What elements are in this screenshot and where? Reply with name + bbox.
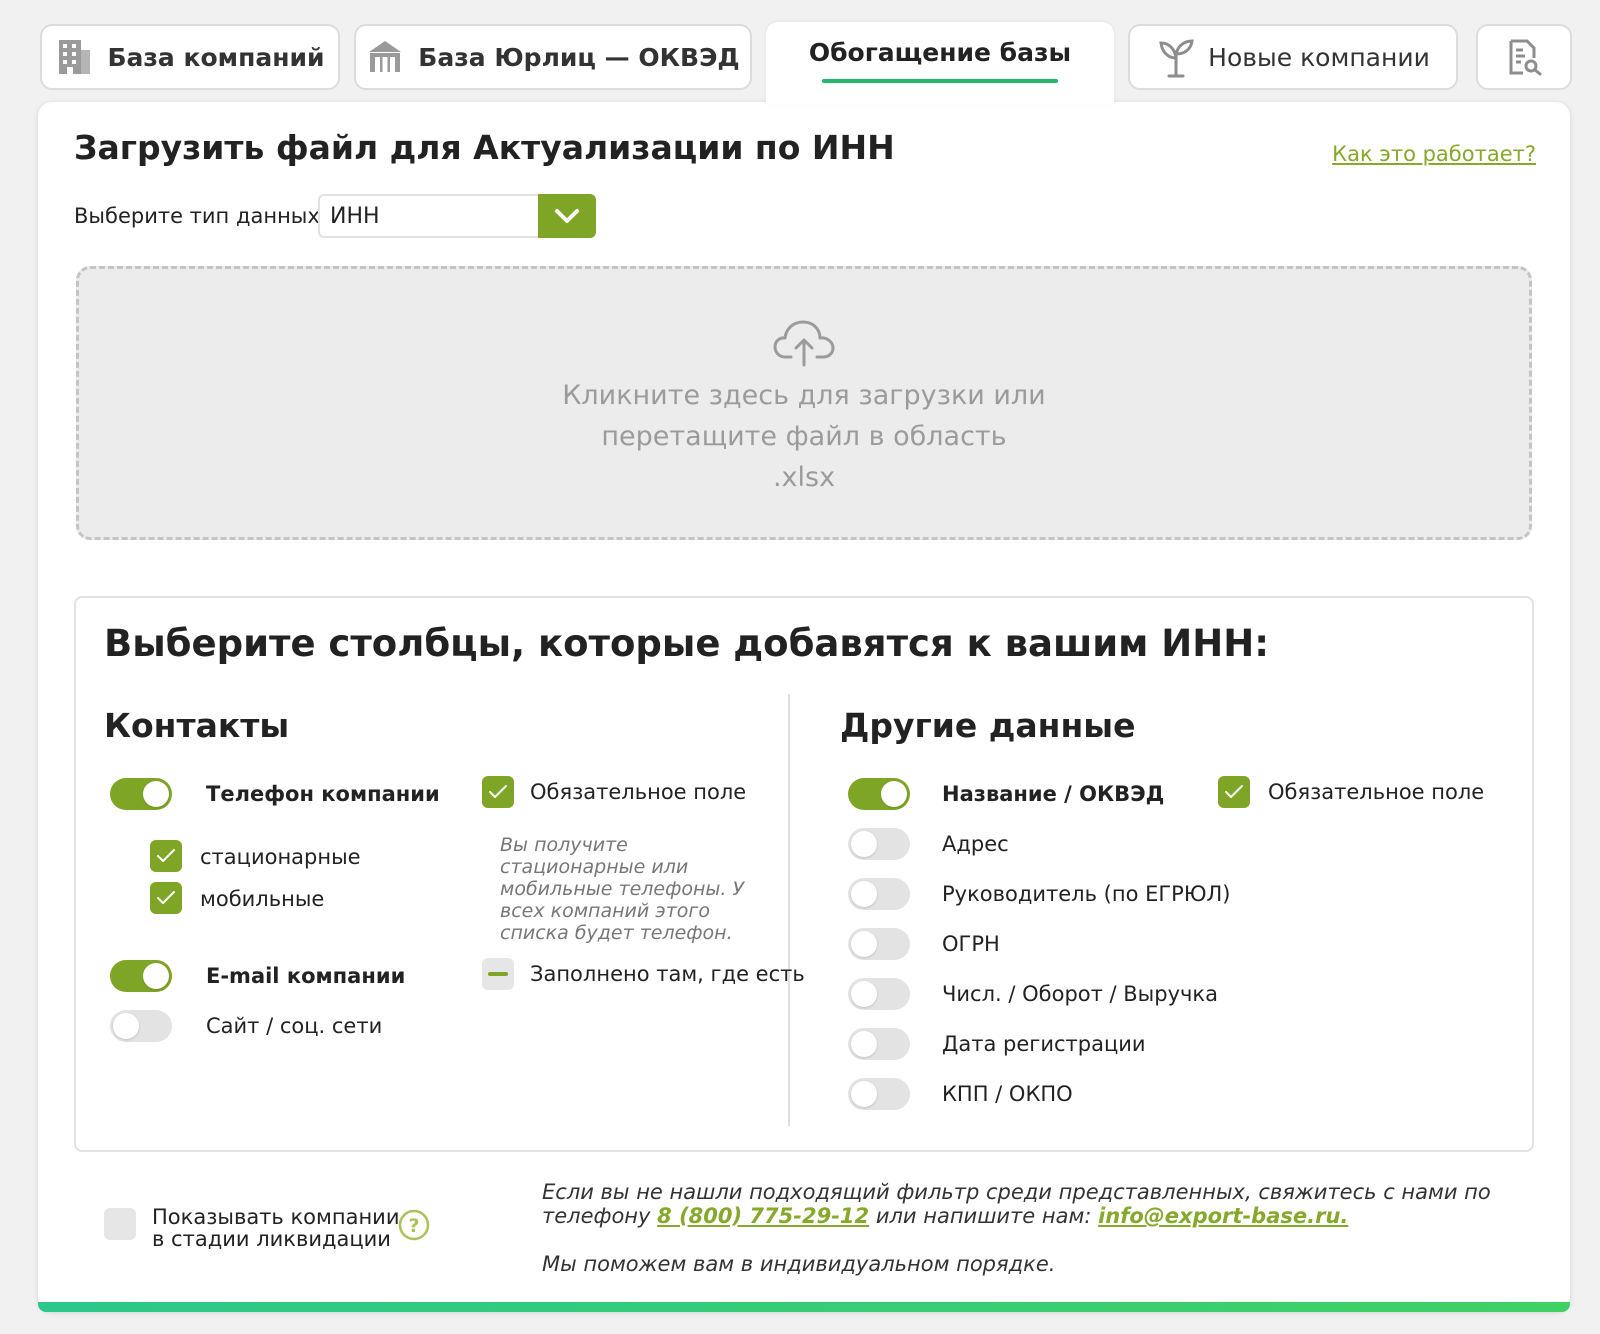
email-filled-label: Заполнено там, где есть [530,962,805,986]
tab-companies[interactable]: База компаний [40,24,340,90]
email-filled-checkbox[interactable] [482,958,514,990]
data-type-select[interactable]: ИНН [318,194,596,238]
upload-title: Загрузить файл для Актуализации по ИНН [74,128,895,167]
director-label: Руководитель (по ЕГРЮЛ) [942,882,1231,906]
how-it-works-link[interactable]: Как это работает? [1332,142,1536,166]
check-icon [1225,785,1243,798]
mobile-checkbox[interactable] [150,882,182,914]
tab-enrichment[interactable]: Обогащение базы [766,22,1114,106]
email-link[interactable]: info@export-base.ru. [1098,1204,1348,1228]
name-okved-label: Название / ОКВЭД [942,782,1165,806]
contacts-title: Контакты [104,706,290,745]
data-type-value: ИНН [330,204,380,229]
columns-selection-box [74,596,1534,1152]
individual-help-text: Мы поможем вам в индивидуальном порядке. [542,1252,1056,1276]
mobile-label: мобильные [200,887,325,911]
dropzone-text-line2: перетащите файл в область [601,421,1007,452]
panel-bottom-bar [38,1302,1570,1312]
dropzone-text-line3: .xlsx [772,462,836,493]
phone-label: Телефон компании [206,782,440,806]
liquidation-label-line2: в стадии ликвидации [152,1227,391,1251]
phone-toggle[interactable] [110,778,172,810]
check-icon [157,891,175,904]
institution-icon [366,38,404,76]
registration-date-label: Дата регистрации [942,1032,1146,1056]
ogrn-label: ОГРН [942,932,1000,956]
columns-divider [788,694,790,1126]
contact-note-phone-prefix: телефону [542,1204,651,1228]
check-icon [157,849,175,862]
active-tab-underline [822,79,1058,83]
check-icon [489,785,507,798]
phone-required-checkbox[interactable] [482,776,514,808]
liquidation-checkbox[interactable] [104,1208,136,1240]
question-icon[interactable]: ? [398,1209,430,1241]
site-social-toggle[interactable] [110,1010,172,1042]
tab-legal-okved[interactable]: База Юрлиц — ОКВЭД [354,24,752,90]
staff-revenue-label: Числ. / Оборот / Выручка [942,982,1218,1006]
svg-text:?: ? [408,1215,419,1237]
staff-revenue-toggle[interactable] [848,978,910,1010]
building-icon [55,38,93,76]
address-toggle[interactable] [848,828,910,860]
email-toggle[interactable] [110,960,172,992]
tab-new-companies-label: Новые компании [1208,42,1430,72]
director-toggle[interactable] [848,878,910,910]
address-label: Адрес [942,832,1009,856]
cloud-upload-icon [773,317,835,371]
dropzone-text-line1: Кликните здесь для загрузки или [562,380,1046,411]
contact-note-line2: телефону 8 (800) 775-29-12 или напишите … [542,1204,1491,1228]
document-search-icon [1505,38,1543,76]
email-label: E-mail компании [206,964,406,988]
landline-checkbox[interactable] [150,840,182,872]
contact-note-email-prefix: или напишите нам: [875,1204,1092,1228]
phone-required-label: Обязательное поле [530,780,747,804]
file-dropzone[interactable]: Кликните здесь для загрузки или перетащи… [76,266,1532,540]
tab-legal-okved-label: База Юрлиц — ОКВЭД [418,42,740,72]
name-okved-toggle[interactable] [848,778,910,810]
landline-label: стационарные [200,845,361,869]
contact-note-line1: Если вы не нашли подходящий фильтр среди… [542,1180,1491,1204]
chevron-down-icon[interactable] [538,194,596,238]
kpp-okpo-label: КПП / ОКПО [942,1082,1073,1106]
phone-note: Вы получите стационарные или мобильные т… [500,834,745,944]
registration-date-toggle[interactable] [848,1028,910,1060]
liquidation-label: Показывать компании в стадии ликвидации [152,1206,399,1250]
contact-note: Если вы не нашли подходящий фильтр среди… [542,1180,1491,1228]
data-type-label: Выберите тип данных: [74,204,327,228]
columns-title: Выберите столбцы, которые добавятся к ва… [104,622,1269,665]
tab-enrichment-label: Обогащение базы [808,38,1072,67]
tab-companies-label: База компаний [107,42,325,72]
phone-link[interactable]: 8 (800) 775-29-12 [657,1204,869,1228]
sprout-icon [1156,38,1194,78]
other-data-title: Другие данные [840,706,1136,745]
kpp-okpo-toggle[interactable] [848,1078,910,1110]
tab-document-search[interactable] [1476,24,1572,90]
ogrn-toggle[interactable] [848,928,910,960]
name-required-checkbox[interactable] [1218,776,1250,808]
tab-new-companies[interactable]: Новые компании [1128,24,1458,90]
liquidation-label-line1: Показывать компании [152,1205,400,1229]
site-social-label: Сайт / соц. сети [206,1014,383,1038]
name-required-label: Обязательное поле [1268,780,1485,804]
